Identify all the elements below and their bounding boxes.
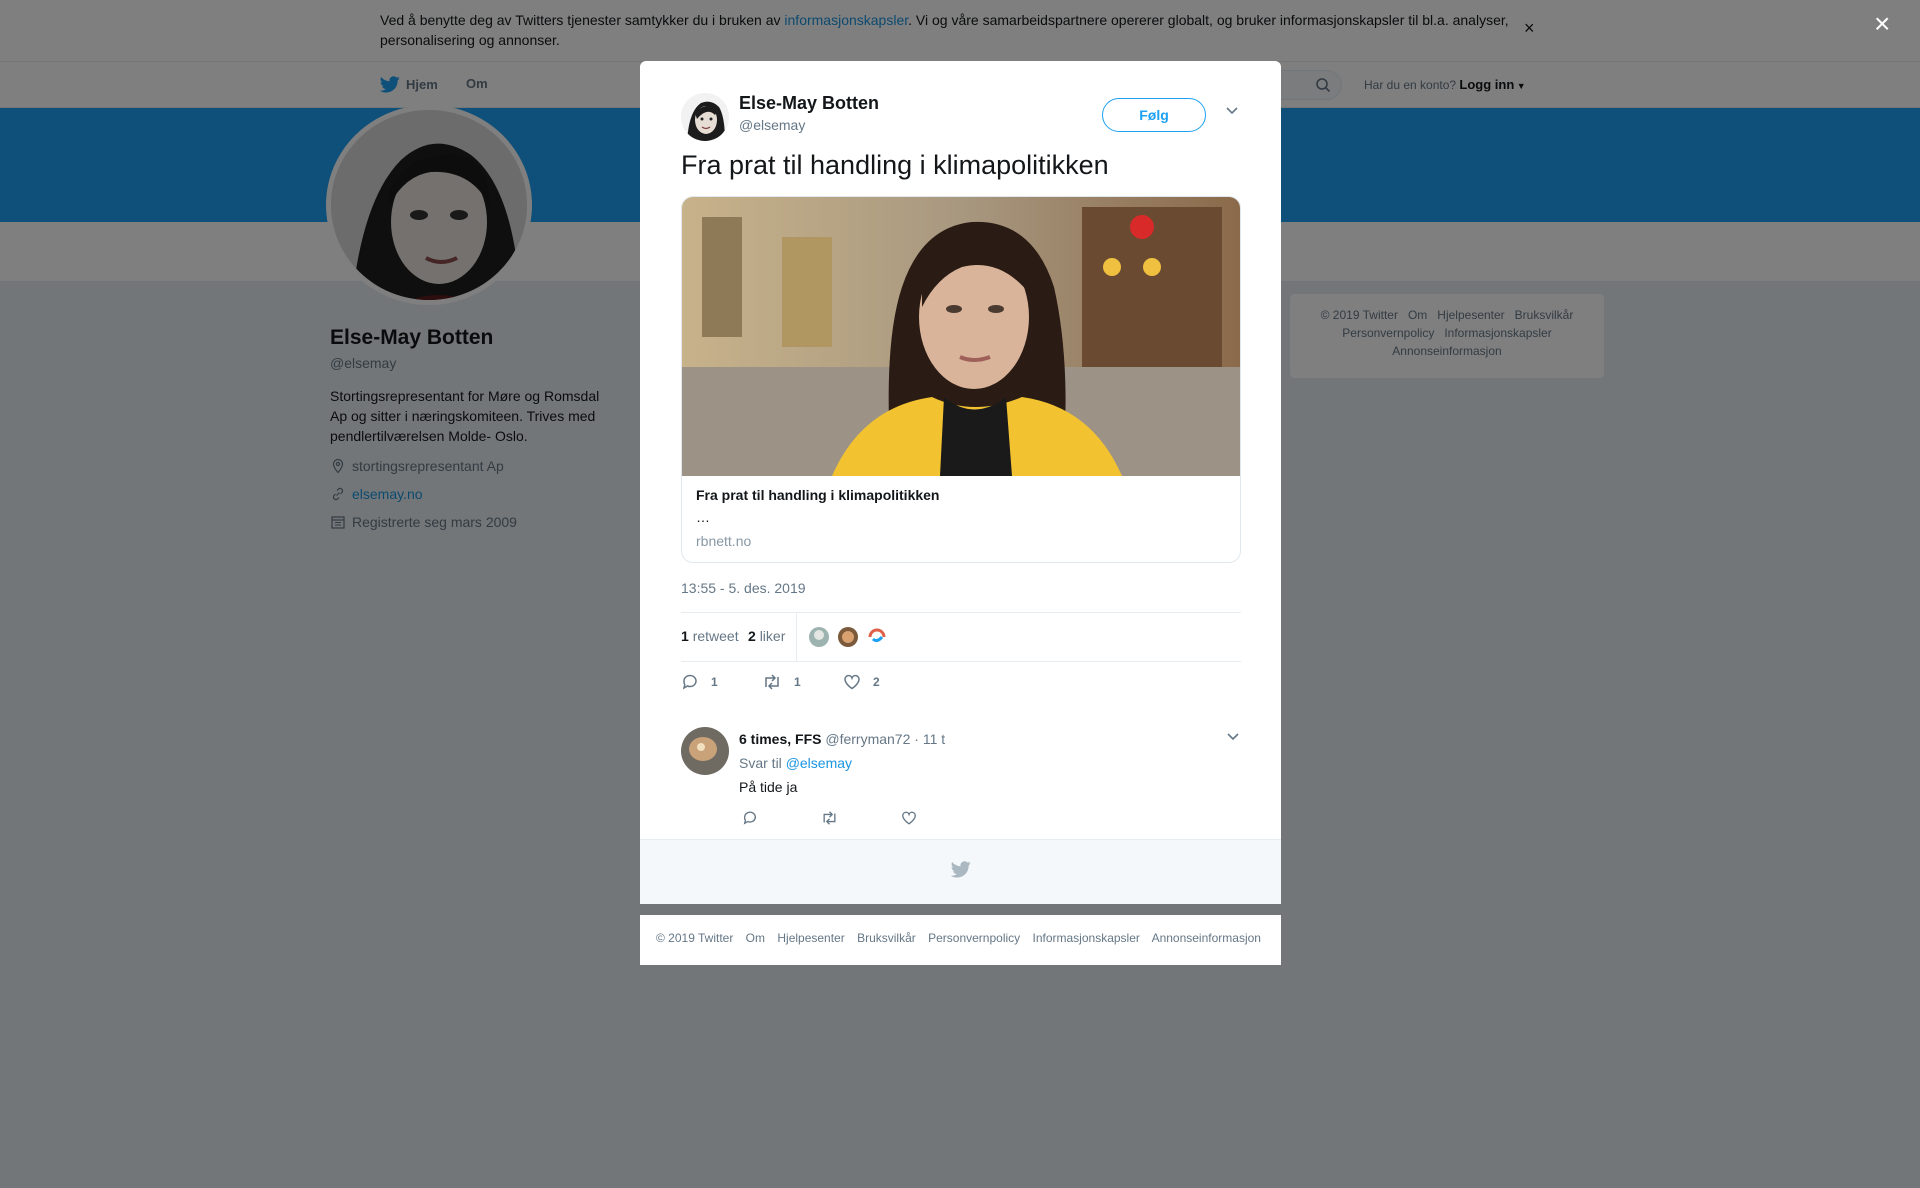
reply-text: På tide ja	[739, 779, 798, 795]
tweet-timestamp[interactable]: 13:55 - 5. des. 2019	[681, 580, 806, 596]
stats-divider	[796, 613, 797, 661]
like-action[interactable]: 2	[843, 673, 880, 691]
retweet-action[interactable]: 1	[762, 673, 801, 691]
card-domain: rbnett.no	[696, 533, 752, 549]
footer-link[interactable]: Hjelpesenter	[777, 931, 844, 945]
reply-time[interactable]: · 11 t	[914, 731, 945, 747]
author-avatar-image	[681, 93, 729, 141]
close-icon[interactable]: ×	[1874, 10, 1890, 38]
footer-link[interactable]: Annonseinformasjon	[1152, 931, 1261, 945]
tweet-text: Fra prat til handling i klimapolitikken	[681, 150, 1109, 180]
reply-icon	[682, 674, 697, 690]
card-image	[682, 197, 1240, 476]
reply-icon[interactable]	[742, 810, 758, 826]
heart-icon[interactable]	[901, 810, 917, 826]
reply-action[interactable]: 1	[681, 673, 718, 691]
reply-to-handle-link[interactable]: @elsemay	[786, 755, 852, 771]
heart-icon	[844, 674, 860, 690]
chevron-down-icon[interactable]	[1226, 732, 1240, 742]
footer-link[interactable]: Personvernpolicy	[928, 931, 1020, 945]
tweet-modal: Else-May Botten @elsemay Følg Fra prat t…	[640, 61, 1281, 904]
footer-link[interactable]: Om	[746, 931, 765, 945]
liker-avatar[interactable]	[836, 625, 860, 649]
retweet-icon	[765, 674, 779, 690]
retweet-icon[interactable]	[820, 810, 839, 826]
liker-avatar[interactable]	[865, 625, 889, 649]
author-avatar[interactable]	[681, 93, 729, 141]
modal-footer	[640, 839, 1281, 904]
reply-author-handle[interactable]: @ferryman72	[825, 731, 910, 747]
like-stat[interactable]: 2 liker	[748, 628, 785, 644]
link-card[interactable]: Fra prat til handling i klimapolitikken …	[681, 196, 1241, 563]
reply-author-avatar[interactable]	[681, 727, 729, 775]
reply-to: Svar til @elsemay	[739, 755, 853, 771]
footer-link[interactable]: Bruksvilkår	[857, 931, 916, 945]
follow-button[interactable]: Følg	[1102, 98, 1206, 132]
reply-header: 6 times, FFS @ferryman72 · 11 t	[739, 731, 945, 747]
footer-link[interactable]: Informasjonskapsler	[1033, 931, 1140, 945]
twitter-bird-icon	[951, 861, 971, 878]
card-description: …	[696, 509, 710, 525]
chevron-down-icon[interactable]	[1225, 106, 1239, 116]
liker-avatar[interactable]	[807, 625, 831, 649]
retweet-stat[interactable]: 1 retweet	[681, 628, 739, 644]
author-handle[interactable]: @elsemay	[739, 117, 805, 133]
tweet-stats: 1 retweet 2 liker	[681, 612, 1241, 662]
author-name[interactable]: Else-May Botten	[739, 93, 879, 114]
reply-author-name[interactable]: 6 times, FFS	[739, 731, 821, 747]
footer-link[interactable]: © 2019 Twitter	[656, 931, 733, 945]
card-title: Fra prat til handling i klimapolitikken	[696, 487, 940, 503]
reply-author-avatar-image	[681, 727, 729, 775]
modal-bottom-links: © 2019 Twitter Om Hjelpesenter Bruksvilk…	[640, 915, 1281, 965]
